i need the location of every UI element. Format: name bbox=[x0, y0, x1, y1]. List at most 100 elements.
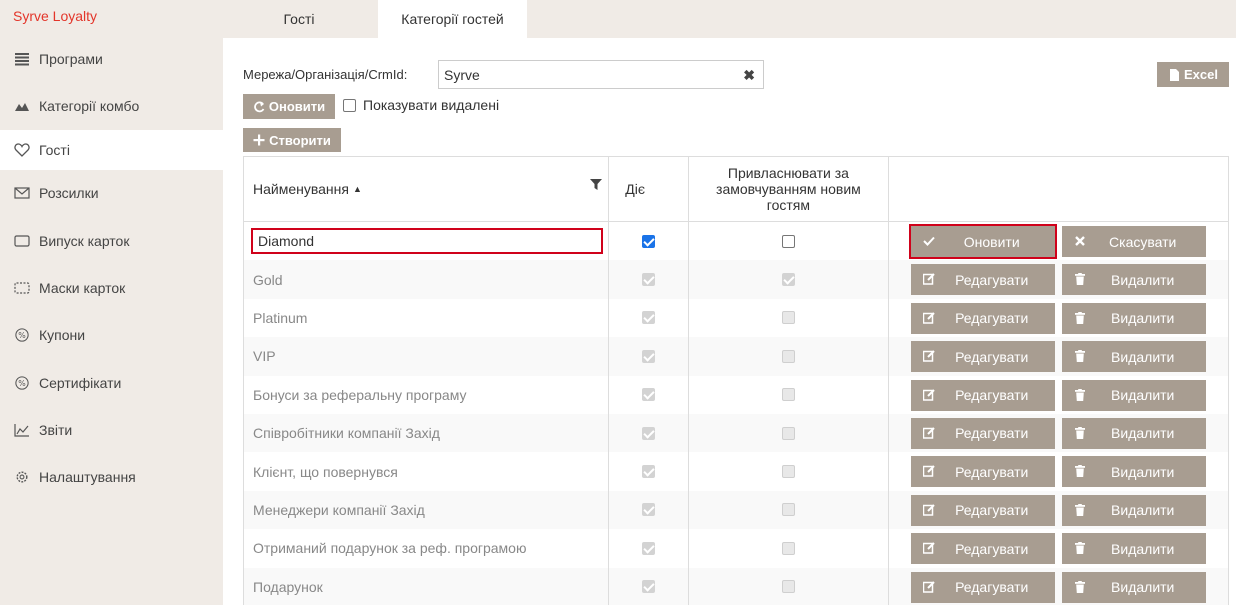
header-assign-default-label: Привласнювати за замовчуванням новим гос… bbox=[716, 165, 861, 213]
delete-button[interactable]: Видалити bbox=[1061, 533, 1206, 565]
sidebar-item-reports[interactable]: Звіти bbox=[0, 410, 223, 450]
refresh-button-label: Оновити bbox=[268, 99, 326, 114]
default-checkbox bbox=[781, 426, 795, 440]
update-button[interactable]: Оновити bbox=[908, 224, 1057, 259]
header-assign-default: Привласнювати за замовчуванням новим гос… bbox=[689, 157, 889, 221]
cell-name: Platinum bbox=[244, 298, 610, 338]
percent-icon: % bbox=[13, 375, 31, 391]
brand-logo[interactable]: Syrve Loyalty bbox=[13, 8, 97, 24]
edit-button[interactable]: Редагувати bbox=[910, 379, 1055, 411]
delete-button[interactable]: Видалити bbox=[1061, 302, 1206, 334]
trash-icon bbox=[1074, 350, 1086, 363]
edit-icon bbox=[922, 312, 935, 324]
cell-active bbox=[609, 567, 690, 605]
table-row: Platinum Редагувати Видалити bbox=[244, 298, 1228, 338]
edit-icon bbox=[922, 388, 935, 401]
delete-button[interactable]: Видалити bbox=[1061, 571, 1206, 603]
default-checkbox[interactable] bbox=[781, 234, 795, 248]
trash-icon bbox=[1074, 580, 1086, 593]
header-active: Діє bbox=[609, 157, 690, 221]
sidebar-item-label: Розсилки bbox=[39, 185, 99, 201]
excel-button-label: Excel bbox=[1184, 67, 1218, 82]
card-icon bbox=[13, 233, 31, 249]
table-row: VIP Редагувати Видалити bbox=[244, 337, 1228, 376]
category-name: Співробітники компанії Захід bbox=[253, 425, 440, 442]
edit-button[interactable]: Редагувати bbox=[910, 264, 1055, 296]
trash-icon bbox=[1074, 426, 1086, 439]
file-icon bbox=[1168, 68, 1180, 81]
header-actions bbox=[889, 157, 1228, 221]
sidebar-item-programs[interactable]: Програми bbox=[0, 39, 223, 79]
cell-actions: Редагувати Видалити bbox=[889, 529, 1228, 567]
refresh-button[interactable]: Оновити bbox=[243, 94, 335, 119]
edit-button[interactable]: Редагувати bbox=[910, 417, 1055, 449]
sidebar-item-settings[interactable]: Налаштування bbox=[0, 457, 223, 497]
delete-button[interactable]: Видалити bbox=[1061, 341, 1206, 373]
organization-label: Мережа/Організація/CrmId: bbox=[243, 67, 408, 82]
organization-input[interactable] bbox=[439, 66, 729, 83]
show-deleted-toggle: Показувати видалені bbox=[343, 97, 499, 113]
sidebar-item-mailings[interactable]: Розсилки bbox=[0, 173, 223, 213]
create-button-label: Створити bbox=[269, 132, 331, 148]
edit-icon bbox=[922, 273, 935, 286]
active-checkbox[interactable] bbox=[642, 234, 656, 248]
table-header: Найменування ▲ Діє Привласнювати за замо… bbox=[244, 157, 1228, 222]
cell-actions: Редагувати Видалити bbox=[889, 299, 1228, 337]
sidebar-item-card-masks[interactable]: Маски карток bbox=[0, 268, 223, 308]
category-name: Platinum bbox=[253, 309, 308, 326]
delete-button[interactable]: Видалити bbox=[1061, 456, 1206, 488]
edit-button[interactable]: Редагувати bbox=[910, 533, 1055, 565]
header-name[interactable]: Найменування ▲ bbox=[244, 157, 610, 221]
edit-button[interactable]: Редагувати bbox=[910, 456, 1055, 488]
table-row: Gold Редагувати Видалити bbox=[244, 260, 1228, 299]
sidebar-item-combo-categories[interactable]: Категорії комбо bbox=[0, 86, 223, 126]
cell-name: VIP bbox=[244, 337, 610, 376]
tab-bar: Гості Категорії гостей bbox=[223, 0, 1236, 38]
delete-button[interactable]: Видалити bbox=[1061, 379, 1206, 411]
cell-name: Отриманий подарунок за реф. програмою bbox=[244, 529, 610, 568]
cell-default bbox=[689, 222, 889, 261]
sidebar-item-label: Випуск карток bbox=[39, 233, 130, 249]
delete-button[interactable]: Видалити bbox=[1061, 494, 1206, 526]
tab-guests[interactable]: Гості bbox=[223, 0, 375, 38]
edit-button[interactable]: Редагувати bbox=[910, 302, 1055, 334]
cancel-button[interactable]: Скасувати bbox=[1061, 226, 1206, 257]
category-name: Отриманий подарунок за реф. програмою bbox=[253, 540, 527, 557]
excel-button[interactable]: Excel bbox=[1157, 62, 1229, 87]
sidebar-item-coupons[interactable]: % Купони bbox=[0, 315, 223, 355]
sidebar-item-certificates[interactable]: % Сертифікати bbox=[0, 363, 223, 403]
cell-active bbox=[609, 298, 690, 338]
sidebar-item-label: Програми bbox=[39, 51, 103, 67]
edit-button[interactable]: Редагувати bbox=[910, 494, 1055, 526]
cell-actions: Оновити Скасувати bbox=[889, 222, 1228, 260]
edit-button[interactable]: Редагувати bbox=[910, 571, 1055, 603]
active-checkbox bbox=[642, 541, 656, 555]
tab-guest-categories[interactable]: Категорії гостей bbox=[378, 0, 527, 38]
table-row: Бонуси за реферальну програму Редагувати В… bbox=[244, 375, 1228, 414]
category-name: Gold bbox=[253, 271, 283, 288]
sidebar-item-label: Налаштування bbox=[39, 469, 136, 485]
trash-icon bbox=[1074, 273, 1086, 286]
active-checkbox bbox=[642, 580, 656, 594]
edit-icon bbox=[922, 504, 935, 516]
sidebar-item-card-issue[interactable]: Випуск карток bbox=[0, 221, 223, 261]
cell-active bbox=[609, 490, 690, 530]
show-deleted-checkbox[interactable] bbox=[343, 98, 356, 112]
create-button[interactable]: Створити bbox=[243, 128, 341, 152]
cell-active bbox=[609, 529, 690, 568]
cell-active bbox=[609, 260, 690, 299]
active-checkbox bbox=[642, 311, 656, 325]
delete-button[interactable]: Видалити bbox=[1061, 264, 1206, 296]
cell-default bbox=[689, 298, 889, 338]
delete-button[interactable]: Видалити bbox=[1061, 417, 1206, 449]
edit-button[interactable]: Редагувати bbox=[910, 341, 1055, 373]
combo-icon bbox=[13, 98, 31, 114]
edit-icon bbox=[922, 350, 935, 362]
filter-icon[interactable] bbox=[590, 179, 603, 191]
sidebar-item-label: Звіти bbox=[39, 422, 73, 438]
active-checkbox bbox=[642, 273, 656, 287]
sidebar-item-label: Маски карток bbox=[39, 280, 126, 296]
clear-icon[interactable]: ✖ bbox=[743, 67, 755, 84]
category-name-input[interactable]: Diamond bbox=[251, 228, 603, 255]
sidebar-item-guests[interactable]: Гості bbox=[0, 130, 223, 170]
